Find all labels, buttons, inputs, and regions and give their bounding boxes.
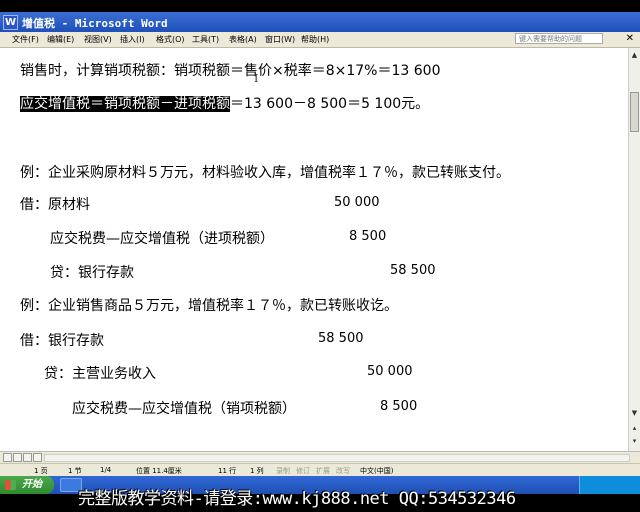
system-tray[interactable] [579,476,640,494]
status-page-of: 1/4 [100,466,112,474]
e1-credit-label: 贷：银行存款 [50,265,134,281]
selected-text[interactable]: 应交增值税＝销项税额－进项税额 [20,96,230,112]
help-question-input[interactable]: 键入需要帮助的问题 [515,33,603,44]
vat-payable-line: 应交增值税＝销项税额－进项税额＝13 600－8 500＝5 100元。 [20,93,429,113]
status-bar: 1 页 1 节 1/4 位置 11.4厘米 11 行 1 列 录制 修订 扩展 … [0,463,640,477]
e1-tax-amount: 8 500 [349,229,387,244]
text-cursor-icon: I [254,72,259,85]
e1-tax-label: 应交税费—应交增值税（进项税额） [50,231,274,247]
status-page: 1 页 [34,467,48,475]
status-ovr[interactable]: 改写 [336,466,350,476]
scroll-down-icon[interactable]: ▼ [630,408,639,418]
normal-view-icon[interactable] [3,453,12,462]
print-view-icon[interactable] [23,453,32,462]
outline-view-icon[interactable] [33,453,42,462]
status-section: 1 节 [68,467,82,475]
e2-credit-label: 贷：主营业务收入 [44,366,156,382]
e1-debit-amount: 50 000 [334,195,380,210]
e2-debit-amount: 58 500 [318,331,364,346]
e1-debit-label: 借：原材料 [20,197,90,213]
start-label: 开始 [22,479,42,490]
example-1-text: 例：企业采购原材料５万元，材料验收入库，增值税率１７％，款已转账支付。 [20,165,510,181]
watermark-banner: 完整版教学资料-请登录:www.kj888.net QQ:534532346 [78,489,516,509]
menu-bar: 文件(F) 编辑(E) 视图(V) 插入(I) 格式(O) 工具(T) 表格(A… [0,32,640,48]
web-view-icon[interactable] [13,453,22,462]
menu-tools[interactable]: 工具(T) [192,34,219,45]
status-language: 中文(中国) [360,467,394,475]
vat-calculation: ＝13 600－8 500＝5 100元。 [230,96,430,112]
menu-window[interactable]: 窗口(W) [265,34,295,45]
close-document-icon[interactable]: ✕ [626,33,634,44]
status-position: 位置 11.4厘米 [136,467,182,475]
sales-tax-line: 销售时，计算销项税额：销项税额＝售价×税率＝8×17%＝13 600 [20,63,441,79]
status-rec[interactable]: 录制 [276,466,290,476]
scroll-up-icon[interactable]: ▲ [630,50,639,60]
word-app-icon[interactable]: W [3,15,18,30]
previous-page-icon[interactable]: ▴ [630,423,639,433]
top-black-border [0,0,640,12]
menu-file[interactable]: 文件(F) [12,34,39,45]
status-line: 11 行 [218,467,237,475]
menu-help[interactable]: 帮助(H) [301,34,329,45]
status-column: 1 列 [250,467,264,475]
status-ext[interactable]: 扩展 [316,466,330,476]
menu-format[interactable]: 格式(O) [156,34,185,45]
example-2-text: 例：企业销售商品５万元，增值税率１７％，款已转账收讫。 [20,298,398,314]
e2-debit-label: 借：银行存款 [20,333,104,349]
word-window: W 增值税 - Microsoft Word 文件(F) 编辑(E) 视图(V)… [0,0,640,512]
status-trk[interactable]: 修订 [296,466,310,476]
menu-table[interactable]: 表格(A) [229,34,257,45]
scroll-thumb[interactable] [630,92,639,132]
menu-view[interactable]: 视图(V) [84,34,112,45]
horizontal-scrollbar[interactable] [0,451,640,463]
windows-flag-icon [5,480,16,490]
start-button[interactable]: 开始 [0,476,54,494]
menu-edit[interactable]: 编辑(E) [47,34,74,45]
next-page-icon[interactable]: ▾ [630,436,639,446]
e2-tax-amount: 8 500 [380,399,418,414]
horizontal-scroll-track[interactable] [44,454,630,462]
e1-credit-amount: 58 500 [390,263,436,278]
vertical-scrollbar[interactable]: ▲ ▼ ▴ ▾ [628,48,640,451]
window-title: 增值税 - Microsoft Word [22,17,168,30]
document-page[interactable]: 销售时，计算销项税额：销项税额＝售价×税率＝8×17%＝13 600 应交增值税… [0,48,628,451]
e2-tax-label: 应交税费—应交增值税（销项税额） [72,401,296,417]
title-bar[interactable]: W 增值税 - Microsoft Word [0,12,640,32]
e2-credit-amount: 50 000 [367,364,413,379]
menu-insert[interactable]: 插入(I) [120,34,145,45]
